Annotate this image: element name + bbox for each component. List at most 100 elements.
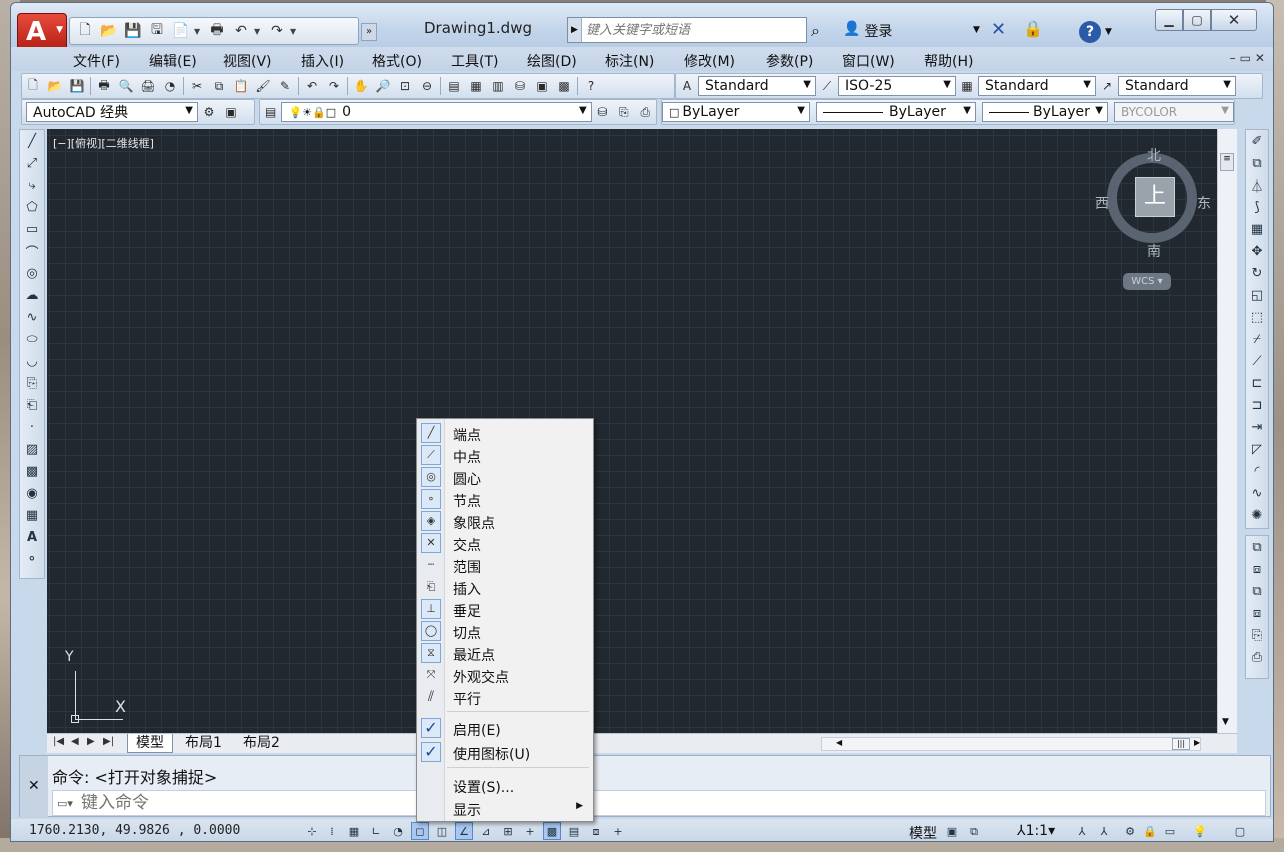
save-icon[interactable]: 💾: [122, 20, 144, 42]
offset-icon[interactable]: ⟆: [1246, 196, 1268, 218]
zoom-realtime-icon[interactable]: 🔎: [372, 76, 394, 96]
toolbar-lock-icon[interactable]: 🔒: [1141, 822, 1159, 840]
zoom-window-icon[interactable]: ⊡: [394, 76, 416, 96]
tab-next-icon[interactable]: ▶: [87, 736, 95, 747]
annotation-scale[interactable]: ⅄1:1▾: [1017, 823, 1055, 839]
viewcube-top-face[interactable]: 上: [1135, 177, 1175, 217]
preview-icon[interactable]: 🔍: [115, 76, 137, 96]
menu-file[interactable]: 文件(F): [73, 51, 120, 71]
table-style-combo[interactable]: Standard ▼: [978, 76, 1096, 96]
compass-south[interactable]: 南: [1147, 241, 1161, 261]
menu-draw[interactable]: 绘图(D): [527, 51, 577, 71]
color-combo[interactable]: □ ByLayer ▼: [662, 102, 810, 122]
clean-screen-icon[interactable]: ▢: [1231, 822, 1249, 840]
zoom-previous-icon[interactable]: ⊖: [416, 76, 438, 96]
compass-east[interactable]: 东: [1197, 193, 1211, 213]
scroll-thumb[interactable]: |||: [1172, 738, 1190, 750]
maximize-button[interactable]: ▢: [1183, 9, 1211, 31]
chevron-down-icon[interactable]: ▼: [254, 27, 264, 36]
drawing-area[interactable]: [−][俯视][二维线框] 上 北 南 东 西 WCS ▾ Y X: [47, 129, 1217, 733]
quick-view-layouts-icon[interactable]: ▣: [943, 822, 961, 840]
object-snap-icon[interactable]: ◻: [411, 822, 429, 840]
compass-west[interactable]: 西: [1095, 193, 1109, 213]
help-icon[interactable]: ?: [580, 76, 602, 96]
scroll-thumb[interactable]: ≡: [1220, 153, 1234, 171]
hatch-icon[interactable]: ▨: [20, 438, 44, 460]
menu-format[interactable]: 格式(O): [372, 51, 422, 71]
dynamic-ucs-icon[interactable]: ⊿: [477, 822, 495, 840]
region-icon[interactable]: ◉: [20, 482, 44, 504]
menu-parametric[interactable]: 参数(P): [766, 51, 813, 71]
search-expand-icon[interactable]: ▶: [568, 18, 582, 42]
chevron-down-icon[interactable]: ▼: [194, 27, 204, 36]
undo-icon[interactable]: ↶: [301, 76, 323, 96]
cut-icon[interactable]: ✂: [186, 76, 208, 96]
blend-curves-icon[interactable]: ∿: [1246, 482, 1268, 504]
workspace-lock-icon[interactable]: ▣: [220, 102, 242, 122]
cursor-coordinates[interactable]: 1760.2130, 49.9826 , 0.0000: [29, 823, 240, 838]
copy-icon[interactable]: ⧉: [208, 76, 230, 96]
menu-item-center[interactable]: ◎ 圆心: [417, 466, 593, 488]
multileader-style-icon[interactable]: ↗: [1096, 76, 1118, 96]
transparency-icon[interactable]: ▩: [543, 822, 561, 840]
table-style-icon[interactable]: ▦: [956, 76, 978, 96]
minimize-button[interactable]: ▁: [1155, 9, 1183, 31]
menu-window[interactable]: 窗口(W): [842, 51, 895, 71]
new-icon[interactable]: 🗋: [22, 76, 44, 96]
close-icon[interactable]: ✕: [28, 778, 40, 794]
pan-icon[interactable]: ✋: [350, 76, 372, 96]
menu-item-insertion[interactable]: ⎗ 插入: [417, 576, 593, 598]
command-prompt-icon[interactable]: ▭▾: [53, 797, 81, 810]
lineweight-icon[interactable]: +: [521, 822, 539, 840]
line-icon[interactable]: ╱: [20, 130, 44, 152]
chamfer-icon[interactable]: ◸: [1246, 438, 1268, 460]
redo-icon[interactable]: ↷: [323, 76, 345, 96]
layer-manager-icon[interactable]: ▤: [260, 102, 281, 122]
wcs-menu-button[interactable]: WCS ▾: [1123, 273, 1171, 290]
menu-item-nearest[interactable]: ⧖ 最近点: [417, 642, 593, 664]
menu-item-apparent-intersection[interactable]: ⤧ 外观交点: [417, 664, 593, 686]
make-current-layer-icon[interactable]: ⛁: [592, 102, 613, 122]
menu-item-intersection[interactable]: ✕ 交点: [417, 532, 593, 554]
workspace-combo[interactable]: AutoCAD 经典 ▼: [26, 102, 198, 122]
quick-view-drawings-icon[interactable]: ⧉: [965, 822, 983, 840]
login-button[interactable]: 👤 登录: [843, 21, 892, 41]
tab-prev-icon[interactable]: ◀: [71, 736, 79, 747]
quick-properties-icon[interactable]: ▤: [565, 822, 583, 840]
send-to-back-icon[interactable]: ⧈: [1246, 558, 1268, 580]
scroll-right-arrow-icon[interactable]: ▶: [1194, 738, 1200, 747]
design-center-icon[interactable]: ▦: [465, 76, 487, 96]
menu-item-midpoint[interactable]: ⟋ 中点: [417, 444, 593, 466]
vertical-scrollbar[interactable]: ≡ ▼: [1217, 129, 1237, 733]
qat-more-icon[interactable]: »: [361, 23, 377, 41]
multiline-text-icon[interactable]: A: [20, 526, 44, 548]
break-icon[interactable]: ⊐: [1246, 394, 1268, 416]
menu-dimension[interactable]: 标注(N): [605, 51, 654, 71]
save-icon[interactable]: 💾: [66, 76, 88, 96]
tab-model[interactable]: 模型: [127, 734, 173, 753]
menu-item-use-icons[interactable]: ✓ 使用图标(U): [417, 741, 593, 763]
ellipse-icon[interactable]: ⬭: [20, 328, 44, 350]
tab-last-icon[interactable]: ▶|: [103, 736, 114, 747]
text-style-combo[interactable]: Standard ▼: [698, 76, 816, 96]
menu-item-settings[interactable]: 设置(S)...: [417, 774, 593, 796]
layer-combo[interactable]: 💡☀🔒□ 0 ▼: [281, 102, 592, 122]
bring-above-icon[interactable]: ⧉: [1246, 580, 1268, 602]
menu-modify[interactable]: 修改(M): [684, 51, 735, 71]
calculator-icon[interactable]: ▩: [553, 76, 575, 96]
menu-item-perpendicular[interactable]: ⊥ 垂足: [417, 598, 593, 620]
object-snap-tracking-icon[interactable]: ∠: [455, 822, 473, 840]
tool-palettes-icon[interactable]: ▥: [487, 76, 509, 96]
search-input[interactable]: [582, 18, 806, 42]
tab-layout1[interactable]: 布局1: [177, 734, 230, 753]
workspace-settings-icon[interactable]: ⚙: [198, 102, 220, 122]
layer-previous-icon[interactable]: ⎘: [613, 102, 634, 122]
sheet-set-icon[interactable]: ⛁: [509, 76, 531, 96]
dim-style-combo[interactable]: ISO-25 ▼: [838, 76, 956, 96]
spline-icon[interactable]: ∿: [20, 306, 44, 328]
block-editor-icon[interactable]: ✎: [274, 76, 296, 96]
command-window-handle[interactable]: ✕: [20, 756, 48, 818]
break-at-point-icon[interactable]: ⊏: [1246, 372, 1268, 394]
hardware-acceleration-icon[interactable]: ▭: [1161, 822, 1179, 840]
menu-item-parallel[interactable]: ⫽ 平行: [417, 686, 593, 708]
